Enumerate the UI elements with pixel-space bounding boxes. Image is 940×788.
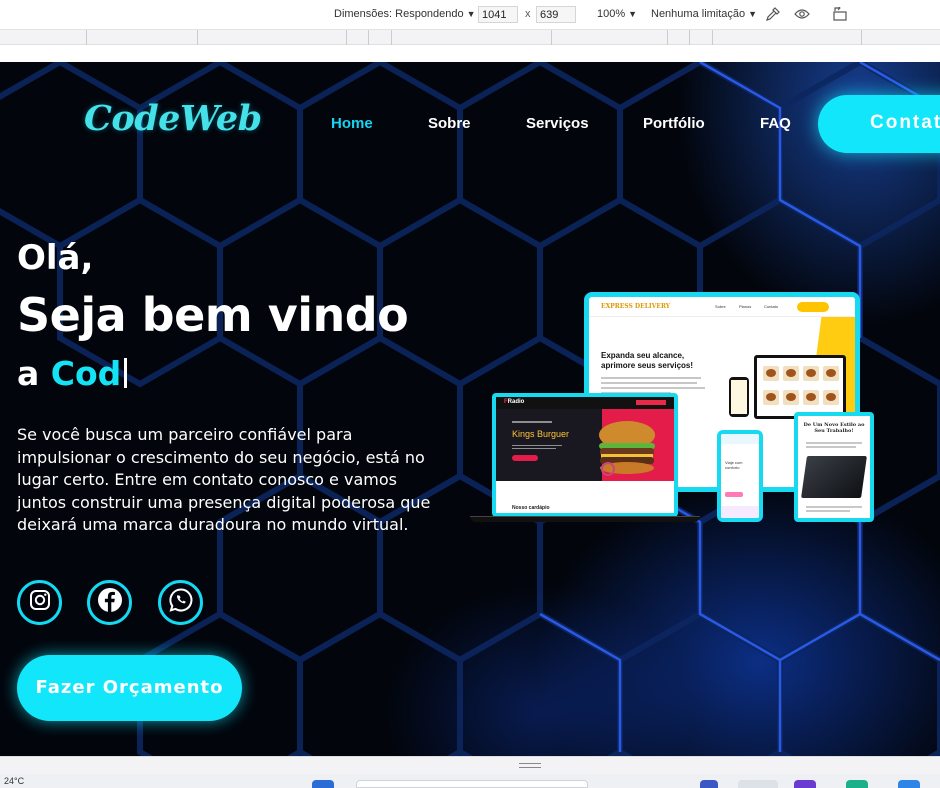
width-input[interactable] (478, 6, 518, 23)
contact-button[interactable]: Contato (818, 95, 940, 153)
monitor-link: Sobre (715, 304, 726, 309)
tablet-title: De Um Novo Estilo ao Seu Trabalho! (803, 422, 865, 434)
height-input[interactable] (536, 6, 576, 23)
rotate-icon[interactable] (831, 5, 849, 23)
whatsapp-icon (168, 587, 194, 618)
monitor-brand: EXPRESS DELIVERY (601, 303, 671, 310)
monitor-link: Contato (764, 304, 779, 309)
hero-greeting: Olá, (17, 238, 94, 278)
resize-handle-icon[interactable] (519, 763, 541, 768)
resize-bar[interactable] (0, 756, 940, 774)
dimensions-dropdown[interactable]: Dimensões: Respondendo ▼ (334, 8, 476, 20)
quote-button[interactable]: Fazer Orçamento (17, 655, 242, 721)
taskbar-app-icon[interactable] (898, 780, 920, 788)
tablet-mockup: De Um Novo Estilo ao Seu Trabalho! (794, 412, 874, 522)
phone-mockup: Viaje com conforto (717, 430, 763, 522)
monitor-heading: Expanda seu alcance, aprimore seus servi… (601, 351, 694, 370)
site-logo[interactable]: CodeWeb (84, 98, 262, 139)
laptop-logo: FRadio (504, 399, 525, 405)
monitor-link: Planos (739, 304, 752, 309)
laptop-title: Kings Burguer (512, 429, 570, 439)
facebook-icon (97, 587, 123, 618)
hero-paragraph: Se você busca um parceiro confiável para… (17, 425, 431, 534)
phone-text: Viaje com conforto (725, 460, 743, 470)
typed-prefix: a (17, 354, 51, 393)
nav-home[interactable]: Home (331, 115, 373, 132)
media-query-ruler[interactable] (0, 30, 940, 45)
taskbar-app-icon[interactable] (312, 780, 334, 788)
laptop-base (470, 516, 700, 522)
dimensions-label: Dimensões: Respondendo (334, 8, 464, 20)
chevron-down-icon: ▼ (628, 9, 638, 19)
nav-servicos[interactable]: Serviços (526, 115, 589, 132)
weather-temperature[interactable]: 24°C (4, 776, 24, 786)
throttle-label: Nenhuma limitação (651, 8, 746, 20)
nav-sobre[interactable]: Sobre (428, 115, 471, 132)
zoom-label: 100% (597, 8, 626, 20)
whatsapp-link[interactable] (158, 580, 203, 625)
viewport-margin (0, 45, 940, 62)
nav-portfolio[interactable]: Portfólio (643, 115, 705, 132)
hero-typed-text: a Cod (17, 354, 128, 393)
eye-icon[interactable] (793, 5, 811, 23)
nav-faq[interactable]: FAQ (760, 115, 791, 132)
taskbar-app-icon[interactable] (794, 780, 816, 788)
site-viewport: CodeWeb Home Sobre Serviços Portfólio FA… (0, 62, 940, 756)
eyedropper-icon[interactable] (764, 5, 782, 23)
instagram-icon (28, 588, 52, 617)
throttle-dropdown[interactable]: Nenhuma limitação ▼ (651, 8, 757, 20)
taskbar-app-icon[interactable] (700, 780, 718, 788)
facebook-link[interactable] (87, 580, 132, 625)
hero-headline: Seja bem vindo (17, 288, 409, 342)
chevron-down-icon: ▼ (466, 9, 476, 19)
zoom-dropdown[interactable]: 100% ▼ (597, 8, 637, 20)
taskbar-search-box[interactable] (356, 780, 588, 788)
laptop-footer: Nosso cardápio (512, 505, 550, 511)
taskbar-app-icon[interactable] (846, 780, 868, 788)
laptop-mockup: FRadio Kings Burguer Nosso cardápio (492, 393, 678, 517)
typing-cursor (124, 358, 128, 388)
taskbar-app-icon[interactable] (738, 780, 778, 788)
chevron-down-icon: ▼ (748, 9, 758, 19)
instagram-link[interactable] (17, 580, 62, 625)
typed-accent: Cod (50, 354, 122, 393)
devtools-toolbar: Dimensões: Respondendo▼ x 100%▼ Nenhuma … (0, 0, 940, 30)
times-separator: x (525, 8, 531, 20)
